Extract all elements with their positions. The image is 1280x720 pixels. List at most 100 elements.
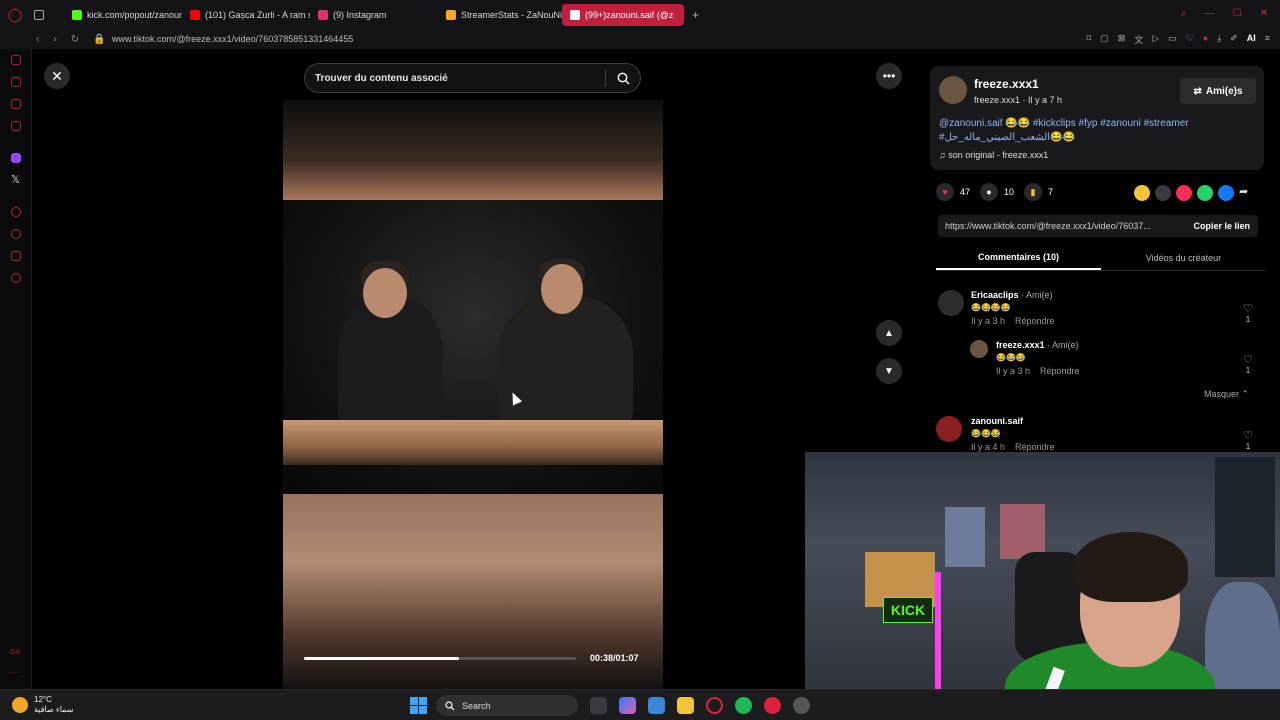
tab-workspaces[interactable] [30,4,50,26]
sidebar-aria-icon[interactable] [11,55,21,65]
heart-icon: ♥ [936,183,954,201]
sidebar-player-icon[interactable] [11,207,21,217]
video-player[interactable] [283,100,663,690]
copy-link-button[interactable]: Copier le lien [1185,221,1258,231]
browser-tab-bar: ◯ kick.com/popout/zanouni (101) Gașca Zu… [0,0,1280,29]
bookmark-icon[interactable]: ⌑ [1087,33,1092,46]
sidebar-history-icon[interactable] [11,229,21,239]
file-explorer-icon[interactable] [677,697,694,714]
sidebar-more-icon[interactable]: ··· [10,667,19,677]
tab-comments[interactable]: Commentaires (10) [936,245,1101,270]
reply-button[interactable]: Répondre [1040,366,1080,376]
more-options-button[interactable]: ••• [876,63,902,89]
opera-gx-icon[interactable] [706,697,723,714]
search-tabs-icon[interactable]: ⌕ [1181,8,1187,19]
minimize-icon[interactable]: — [1205,8,1215,19]
snapshot-icon[interactable]: ▢ [1100,33,1109,46]
comment-item: Ericaaclips · Ami(e) 😂😂😂😂 Il y a 3 h Répo… [938,290,1258,335]
sidebar-messenger-icon[interactable] [11,99,21,109]
workspaces-icon [34,9,44,20]
send-icon[interactable] [1176,185,1192,201]
friends-button[interactable]: ⇄ Ami(e)s [1180,78,1256,104]
back-icon[interactable]: ‹ [36,34,39,45]
like-button[interactable]: ♥ 47 [936,183,970,201]
sidebar-whatsapp-icon[interactable] [11,121,21,131]
tab-streamerstats[interactable]: StreamerStats - ZaNouNi [438,4,562,26]
comment-button[interactable]: ● 10 [980,183,1014,201]
comment-like-count: 1 [1245,442,1251,451]
sidebar-extensions-icon[interactable] [11,251,21,261]
hide-replies-button[interactable]: Masquer ⌃ [1204,389,1249,400]
comment-like-count: 1 [1245,366,1251,375]
embed-icon[interactable] [1155,185,1171,201]
previous-video-button[interactable]: ▲ [876,320,902,346]
menu-icon[interactable]: ≡ [1265,33,1270,46]
reload-icon[interactable]: ↻ [71,34,79,45]
post-username[interactable]: freeze.xxx1 [974,77,1039,91]
opera-logo-icon[interactable]: ◯ [0,7,30,23]
taskbar-search[interactable]: Search [436,695,578,716]
avatar[interactable] [938,290,964,316]
new-tab-button[interactable]: + [684,4,707,26]
translate-icon[interactable]: 文 [1134,33,1143,46]
tab-tiktok[interactable]: (99+)zanouni.saif (@z [562,3,684,26]
music-link[interactable]: ♫ son original - freeze.xxx1 [939,150,1048,160]
heart-icon[interactable]: ♡ [1186,33,1194,46]
video-link[interactable]: https://www.tiktok.com/@freeze.xxx1/vide… [938,221,1185,231]
whatsapp-icon[interactable] [1197,185,1213,201]
avatar[interactable] [936,416,962,442]
tab-instagram[interactable]: (9) Instagram [310,4,438,26]
sidebar-x-icon[interactable]: 𝕏 [11,173,20,186]
forward-icon[interactable]: › [53,34,56,45]
reply-button[interactable]: Répondre [1015,442,1055,452]
reply-button[interactable]: Répondre [1015,316,1055,326]
task-view-icon[interactable] [590,697,607,714]
play-icon[interactable]: ▷ [1152,33,1159,46]
profile-icon[interactable]: ● [1203,33,1208,46]
presenter-left-head [363,268,407,318]
search-input[interactable] [305,72,605,84]
download-icon[interactable]: ⤓ [1217,33,1221,46]
comment-username[interactable]: freeze.xxx1 · Ami(e) [996,340,1079,350]
adblock-icon[interactable]: ⊠ [1118,33,1126,46]
store-icon[interactable] [648,697,665,714]
app-icon[interactable] [764,697,781,714]
app-icon[interactable] [793,697,810,714]
sidebar-twitch-icon[interactable] [11,153,21,163]
share-arrow-icon[interactable]: ➦ [1239,185,1255,201]
close-window-icon[interactable]: ✕ [1260,8,1268,19]
spotify-icon[interactable] [735,697,752,714]
tab-creator-videos[interactable]: Vidéos du créateur [1101,245,1266,270]
sidebar-gx-icon[interactable]: GX [10,649,20,656]
comment-username[interactable]: Ericaaclips · Ami(e) [971,290,1053,300]
search-button[interactable] [606,72,640,85]
tiktok-icon [570,9,580,20]
url-field[interactable]: www.tiktok.com/@freeze.xxx1/video/760378… [108,34,1087,44]
windows-start-icon[interactable] [410,697,427,714]
post-card: freeze.xxx1 freeze.xxx1 · Il y a 7 h ⇄ A… [930,66,1264,170]
weather-widget[interactable]: 12°C سماء صافية [12,695,74,715]
comment-text: 😂😂😂😂 [971,303,1011,312]
tab-kick[interactable]: kick.com/popout/zanouni [64,4,182,26]
sidebar-settings-icon[interactable] [11,273,21,283]
tab-youtube[interactable]: (101) Gașca Zurli - A ram s [182,4,310,26]
comment-like-button[interactable]: ♡ 1 [1242,302,1254,324]
coin-share-icon[interactable] [1134,185,1150,201]
ai-button[interactable]: AI [1247,33,1256,46]
comment-like-button[interactable]: ♡ 1 [1242,429,1254,452]
pin-icon[interactable]: ✐ [1230,33,1238,46]
avatar[interactable] [970,340,988,358]
facebook-icon[interactable] [1218,185,1234,201]
progress-bar[interactable] [304,657,576,660]
comment-like-button[interactable]: ♡ 1 [1242,353,1254,375]
comment-username[interactable]: zanouni.saif [971,416,1023,426]
post-caption[interactable]: @zanouni.saif 😂😂 #kickclips #fyp #zanoun… [939,117,1255,145]
next-video-button[interactable]: ▼ [876,358,902,384]
wallet-icon[interactable]: ▭ [1168,33,1177,46]
avatar[interactable] [939,76,967,104]
maximize-icon[interactable]: ☐ [1233,8,1242,19]
save-button[interactable]: ▮ 7 [1024,183,1053,201]
close-video-button[interactable]: ✕ [44,63,70,89]
sidebar-chatgpt-icon[interactable] [11,77,21,87]
copilot-icon[interactable] [619,697,636,714]
